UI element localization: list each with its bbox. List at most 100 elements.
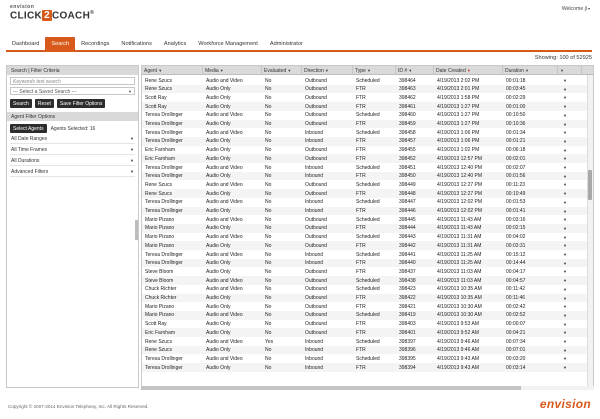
table-row[interactable]: Mario Pizano Audio and Video No Outbound Sch… <box>142 233 588 242</box>
table-row[interactable]: Rene Szucs Audio Only No Outbound FTR 398448 4… <box>142 189 588 198</box>
row-action-menu-icon[interactable]: ▼ <box>560 120 580 129</box>
row-action-menu-icon[interactable]: ▼ <box>560 311 580 320</box>
sort-arrow-icon[interactable]: ▼ <box>157 68 162 73</box>
sort-arrow-icon[interactable]: ▼ <box>219 68 224 73</box>
table-row[interactable]: Rene Szucs Audio and Video Yes Inbound Sched… <box>142 337 588 346</box>
row-action-menu-icon[interactable]: ▼ <box>560 198 580 207</box>
table-row[interactable]: Rene Szucs Audio Only No Inbound FTR 398396 4/… <box>142 345 588 355</box>
row-action-menu-icon[interactable]: ▼ <box>560 128 580 137</box>
table-row[interactable]: Teresa Drollinger Audio Only No Inbound FTR 3… <box>142 136 588 146</box>
row-action-menu-icon[interactable]: ▼ <box>560 233 580 242</box>
row-action-menu-icon[interactable]: ▼ <box>560 354 580 363</box>
table-row[interactable]: Chuck Richter Audio Only No Outbound FTR 3984… <box>142 293 588 303</box>
scroll-thumb[interactable] <box>588 170 592 200</box>
table-row[interactable]: Rene Szucs Audio and Video No Outbound Sched… <box>142 180 588 189</box>
sort-arrow-icon[interactable]: ▼ <box>466 68 471 73</box>
sort-arrow-icon[interactable]: ▼ <box>324 68 329 73</box>
row-action-menu-icon[interactable]: ▼ <box>560 337 580 346</box>
row-action-menu-icon[interactable]: ▼ <box>560 224 580 233</box>
row-action-menu-icon[interactable]: ▼ <box>560 328 580 337</box>
table-row[interactable]: Mario Pizano Audio Only No Outbound FTR 39844… <box>142 223 588 233</box>
reset-button[interactable]: Reset <box>34 99 54 108</box>
row-action-menu-icon[interactable]: ▼ <box>560 363 580 372</box>
column-header-date-created[interactable]: Date Created ▼ <box>434 66 503 75</box>
tab-search[interactable]: Search <box>45 37 76 50</box>
column-header-media[interactable]: Media ▼ <box>203 66 262 75</box>
grid-horizontal-scrollbar[interactable] <box>141 386 594 390</box>
column-header-direction[interactable]: Direction ▼ <box>302 66 353 75</box>
table-row[interactable]: Rene Szucs Audio and Video No Outbound Sched… <box>142 76 588 85</box>
sort-arrow-icon[interactable]: ▼ <box>524 68 529 73</box>
tab-dashboard[interactable]: Dashboard <box>6 37 45 50</box>
tab-notifications[interactable]: Notifications <box>115 37 157 50</box>
table-row[interactable]: Teresa Drollinger Audio and Video No Inboun… <box>142 163 588 172</box>
table-row[interactable]: Mario Pizano Audio and Video No Outbound Sch… <box>142 310 588 320</box>
row-action-menu-icon[interactable]: ▼ <box>560 267 580 276</box>
select-agents-button[interactable]: Select Agents <box>10 124 47 133</box>
row-action-menu-icon[interactable]: ▼ <box>560 93 580 102</box>
row-action-menu-icon[interactable]: ▼ <box>560 85 580 94</box>
table-row[interactable]: Teresa Drollinger Audio and Video No Inboun… <box>142 198 588 207</box>
table-row[interactable]: Mario Pizano Audio Only No Outbound FTR 39842… <box>142 302 588 311</box>
scroll-thumb[interactable] <box>141 386 521 390</box>
sort-arrow-icon[interactable]: ▼ <box>366 68 371 73</box>
tab-recordings[interactable]: Recordings <box>75 37 115 50</box>
sort-arrow-icon[interactable]: ▼ <box>286 68 291 73</box>
table-row[interactable]: Scott Ray Audio Only No Outbound FTR 398462 4/… <box>142 93 588 102</box>
table-row[interactable]: Eric Farnham Audio Only No Outbound FTR 39845… <box>142 154 588 163</box>
column-header-agent[interactable]: Agent ▼ <box>142 66 203 75</box>
tab-administrator[interactable]: Administrator <box>264 37 309 50</box>
row-action-menu-icon[interactable]: ▼ <box>560 276 580 285</box>
row-action-menu-icon[interactable]: ▼ <box>560 154 580 163</box>
search-button[interactable]: Search <box>10 99 32 108</box>
table-row[interactable]: Teresa Drollinger Audio and Video No Inboun… <box>142 354 588 363</box>
table-row[interactable]: Teresa Drollinger Audio Only No Inbound FTR 3… <box>142 258 588 268</box>
row-action-menu-icon[interactable]: ▼ <box>560 189 580 198</box>
table-row[interactable]: Teresa Drollinger Audio and Video No Inboun… <box>142 250 588 259</box>
row-action-menu-icon[interactable]: ▼ <box>560 320 580 329</box>
table-row[interactable]: Teresa Drollinger Audio and Video No Inboun… <box>142 128 588 137</box>
saved-search-select[interactable]: --- Select a Saved Search --- ▼ <box>10 87 135 95</box>
column-header-type[interactable]: Type ▼ <box>353 66 396 75</box>
durations-dropdown[interactable]: All Durations ▼ <box>10 155 135 166</box>
click2coach-logo[interactable]: envision CLICK 2 COACH® <box>10 4 94 22</box>
table-row[interactable]: Eric Farnham Audio Only No Outbound FTR 39845… <box>142 146 588 155</box>
row-action-menu-icon[interactable]: ▼ <box>560 163 580 172</box>
table-row[interactable]: Steve Bloom Audio and Video No Outbound Sche… <box>142 276 588 285</box>
row-action-menu-icon[interactable]: ▼ <box>560 250 580 259</box>
date-ranges-dropdown[interactable]: All Date Ranges ▼ <box>10 133 135 144</box>
row-action-menu-icon[interactable]: ▼ <box>560 76 580 85</box>
welcome-user-menu[interactable]: Welcome jl▾ <box>562 6 590 12</box>
row-action-menu-icon[interactable]: ▼ <box>560 215 580 224</box>
row-action-menu-icon[interactable]: ▼ <box>560 285 580 294</box>
column-header-duration[interactable]: Duration ▼ <box>503 66 558 75</box>
table-row[interactable]: Teresa Drollinger Audio and Video No Outbou… <box>142 111 588 120</box>
row-action-menu-icon[interactable]: ▼ <box>560 172 580 181</box>
row-action-menu-icon[interactable]: ▼ <box>560 241 580 250</box>
table-row[interactable]: Steve Bloom Audio Only No Outbound FTR 398437… <box>142 267 588 276</box>
table-row[interactable]: Teresa Drollinger Audio Only No Inbound FTR 3… <box>142 171 588 181</box>
grid-vertical-scrollbar[interactable] <box>587 75 593 387</box>
column-header-evaluated[interactable]: Evaluated ▼ <box>262 66 302 75</box>
save-filter-button[interactable]: Save Filter Options <box>56 99 106 108</box>
table-row[interactable]: Mario Pizano Audio and Video No Outbound Sch… <box>142 215 588 224</box>
left-panel-scrollbar[interactable] <box>135 220 138 240</box>
column-menu-icon[interactable]: ▼ <box>560 68 564 73</box>
table-row[interactable]: Teresa Drollinger Audio Only No Outbound FTR… <box>142 119 588 129</box>
row-action-menu-icon[interactable]: ▼ <box>560 259 580 268</box>
row-action-menu-icon[interactable]: ▼ <box>560 146 580 155</box>
table-row[interactable]: Eric Farnham Audio Only No Outbound FTR 39840… <box>142 328 588 337</box>
table-row[interactable]: Rene Szucs Audio Only No Outbound FTR 398463 4… <box>142 84 588 94</box>
row-action-menu-icon[interactable]: ▼ <box>560 302 580 311</box>
row-action-menu-icon[interactable]: ▼ <box>560 207 580 216</box>
table-row[interactable]: Teresa Drollinger Audio Only No Inbound FTR 3… <box>142 206 588 216</box>
row-action-menu-icon[interactable]: ▼ <box>560 111 580 120</box>
time-frames-dropdown[interactable]: All Time Frames ▼ <box>10 144 135 155</box>
column-header-id[interactable]: ID # ▼ <box>396 66 434 75</box>
column-header-actions[interactable]: ▼ <box>558 66 582 75</box>
table-row[interactable]: Scott Ray Audio Only No Outbound FTR 398461 4/… <box>142 102 588 111</box>
table-row[interactable]: Teresa Drollinger Audio Only No Inbound FTR 3… <box>142 363 588 372</box>
advanced-filters-dropdown[interactable]: Advanced Filters ▼ <box>10 166 135 177</box>
row-action-menu-icon[interactable]: ▼ <box>560 137 580 146</box>
sort-arrow-icon[interactable]: ▼ <box>407 68 412 73</box>
